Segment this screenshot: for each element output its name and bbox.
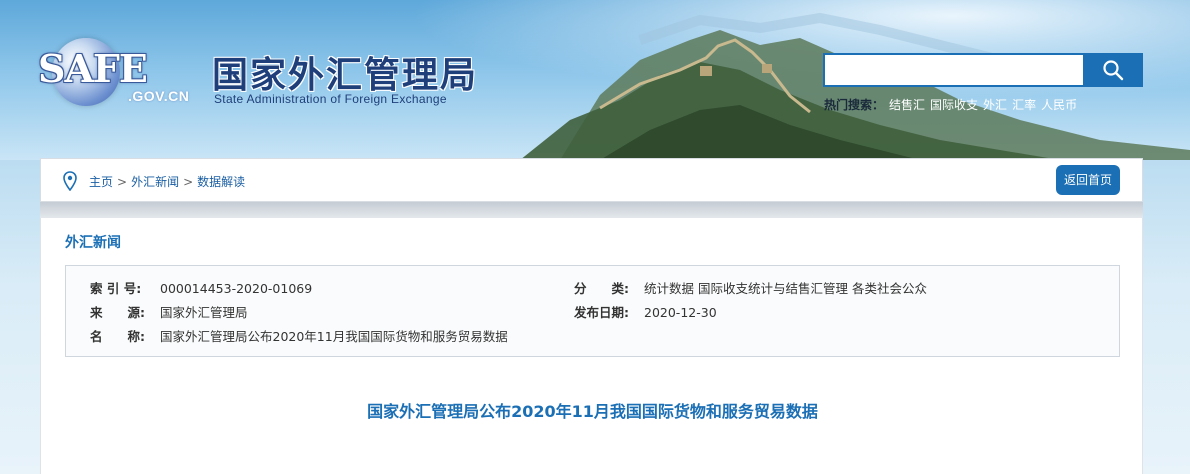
- meta-index-row: 索 引 号: 000014453-2020-01069: [90, 278, 312, 297]
- search-button[interactable]: [1083, 53, 1143, 87]
- hot-search-label: 热门搜索：: [824, 98, 885, 112]
- site-title: 国家外汇管理局: [212, 55, 479, 96]
- main-content: 外汇新闻 索 引 号: 000014453-2020-01069 来 源: 国家外汇…: [40, 218, 1143, 474]
- meta-date-value: 2020-12-30: [644, 305, 717, 320]
- hot-search: 热门搜索： 结售汇 国际收支 外汇 汇率 人民币: [824, 96, 1077, 113]
- meta-date-label: 发布日期:: [574, 305, 629, 320]
- breadcrumb-shadow-divider: [40, 202, 1143, 218]
- meta-name-label: 名 称:: [90, 329, 145, 344]
- search-icon: [1103, 60, 1124, 81]
- hot-search-link[interactable]: 人民币: [1041, 98, 1077, 112]
- meta-category-row: 分 类: 统计数据 国际收支统计与结售汇管理 各类社会公众: [574, 278, 927, 297]
- meta-source-row: 来 源: 国家外汇管理局: [90, 302, 248, 321]
- meta-source-label: 来 源:: [90, 305, 145, 320]
- meta-category-label: 分 类:: [574, 281, 629, 296]
- breadcrumb-bar: 主页 > 外汇新闻 > 数据解读 返回首页: [40, 158, 1143, 202]
- meta-index-value: 000014453-2020-01069: [160, 281, 313, 296]
- hot-search-link[interactable]: 国际收支: [930, 98, 978, 112]
- hot-search-link[interactable]: 结售汇: [889, 98, 925, 112]
- meta-category-value: 统计数据 国际收支统计与结售汇管理 各类社会公众: [644, 281, 927, 296]
- breadcrumb-news-link[interactable]: 外汇新闻: [131, 175, 179, 189]
- hot-search-link[interactable]: 汇率: [1012, 98, 1036, 112]
- safe-logo-text: SAFE: [38, 46, 148, 91]
- breadcrumb-home-link[interactable]: 主页: [89, 175, 113, 189]
- back-home-button[interactable]: 返回首页: [1055, 165, 1120, 195]
- section-title: 外汇新闻: [65, 235, 121, 251]
- hot-search-link[interactable]: 外汇: [983, 98, 1007, 112]
- breadcrumb-data-link[interactable]: 数据解读: [197, 175, 245, 189]
- location-pin-icon: [63, 171, 77, 191]
- breadcrumb-separator: >: [117, 175, 128, 189]
- breadcrumb: 主页 > 外汇新闻 > 数据解读: [89, 173, 245, 190]
- meta-name-row: 名 称: 国家外汇管理局公布2020年11月我国国际货物和服务贸易数据: [90, 326, 508, 345]
- search-input[interactable]: [823, 53, 1083, 87]
- article-title: 国家外汇管理局公布2020年11月我国国际货物和服务贸易数据: [367, 402, 818, 421]
- site-header: SAFE .GOV.CN 国家外汇管理局 State Administratio…: [0, 0, 1190, 160]
- meta-source-value: 国家外汇管理局: [160, 305, 248, 320]
- document-meta-table: 索 引 号: 000014453-2020-01069 来 源: 国家外汇管理局 名…: [65, 265, 1120, 357]
- site-subtitle: State Administration of Foreign Exchange: [214, 92, 447, 106]
- search-box: [823, 53, 1143, 87]
- meta-index-label: 索 引 号:: [90, 281, 142, 296]
- meta-name-value: 国家外汇管理局公布2020年11月我国国际货物和服务贸易数据: [160, 329, 508, 344]
- meta-date-row: 发布日期: 2020-12-30: [574, 302, 717, 321]
- logo-domain-text: .GOV.CN: [128, 88, 190, 104]
- breadcrumb-separator: >: [183, 175, 194, 189]
